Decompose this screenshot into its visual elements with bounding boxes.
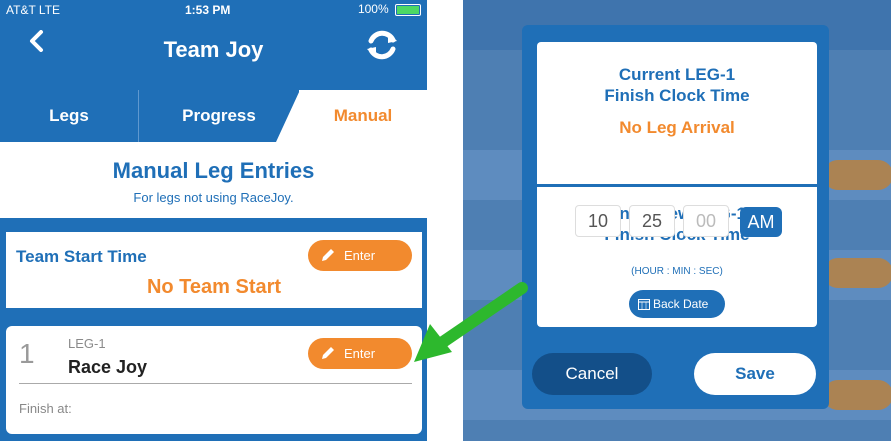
battery-indicator: 100% <box>358 2 421 16</box>
tab-manual[interactable]: Manual <box>299 90 427 142</box>
second-input[interactable]: 00 <box>683 205 729 237</box>
status-bar: AT&T LTE 1:53 PM 100% <box>0 0 427 18</box>
tab-active-edge <box>276 90 300 142</box>
am-pm-toggle[interactable]: AM <box>740 207 782 237</box>
back-date-label: Back Date <box>653 297 709 311</box>
leg-number: 1 <box>19 338 35 369</box>
manual-entries-header: Manual Leg Entries For legs not using Ra… <box>0 142 427 218</box>
save-button[interactable]: Save <box>694 353 816 395</box>
blurred-button <box>823 258 891 288</box>
battery-icon <box>395 3 421 16</box>
manual-subheading: For legs not using RaceJoy. <box>133 190 294 205</box>
phone-screen-right: Current LEG-1 Finish Clock Time No Leg A… <box>463 0 891 441</box>
current-title-line1: Current LEG-1 <box>618 65 736 84</box>
hour-input[interactable]: 10 <box>575 205 621 237</box>
team-start-enter-label: Enter <box>344 248 376 263</box>
manual-heading: Manual Leg Entries <box>112 158 315 183</box>
current-finish-value: No Leg Arrival <box>619 118 735 137</box>
team-start-enter-button[interactable]: Enter <box>308 240 412 271</box>
clock-label: 1:53 PM <box>185 3 231 17</box>
team-start-label: Team Start Time <box>16 247 147 266</box>
leg-enter-button[interactable]: Enter <box>308 338 412 369</box>
tab-legs[interactable]: Legs <box>0 90 139 142</box>
back-date-button[interactable]: Back Date <box>629 290 725 318</box>
carrier-label: AT&T LTE <box>6 3 61 17</box>
green-arrow-icon <box>414 282 528 362</box>
calendar-icon <box>638 299 650 310</box>
blurred-button <box>823 380 891 410</box>
time-format-hint: (HOUR : MIN : SEC) <box>631 266 723 277</box>
leg-enter-label: Enter <box>344 346 376 361</box>
current-finish-section: Current LEG-1 Finish Clock Time No Leg A… <box>537 42 817 184</box>
team-start-value: No Team Start <box>146 276 282 298</box>
cancel-button[interactable]: Cancel <box>532 353 652 395</box>
finish-time-modal: Current LEG-1 Finish Clock Time No Leg A… <box>522 25 829 409</box>
finish-at-label: Finish at: <box>19 401 72 416</box>
team-start-card: Team Start Time Enter No Team Start <box>6 232 422 308</box>
tab-bar: Legs Progress Manual <box>0 90 427 142</box>
current-title-line2: Finish Clock Time <box>604 86 750 105</box>
leg-card: 1 LEG-1 Race Joy Enter Finish at: <box>6 326 422 434</box>
page-title: Team Joy <box>163 37 264 62</box>
minute-input[interactable]: 25 <box>629 205 675 237</box>
battery-percent: 100% <box>357 2 389 16</box>
tab-progress[interactable]: Progress <box>139 90 299 142</box>
blurred-button <box>823 160 891 190</box>
pencil-icon <box>322 249 334 261</box>
pencil-icon <box>322 347 334 359</box>
leg-id: LEG-1 <box>68 336 106 351</box>
refresh-icon[interactable] <box>364 28 400 62</box>
leg-name: Race Joy <box>68 357 148 377</box>
phone-screen-left: AT&T LTE 1:53 PM 100% Team Joy Legs Prog… <box>0 0 427 441</box>
divider <box>19 383 412 384</box>
